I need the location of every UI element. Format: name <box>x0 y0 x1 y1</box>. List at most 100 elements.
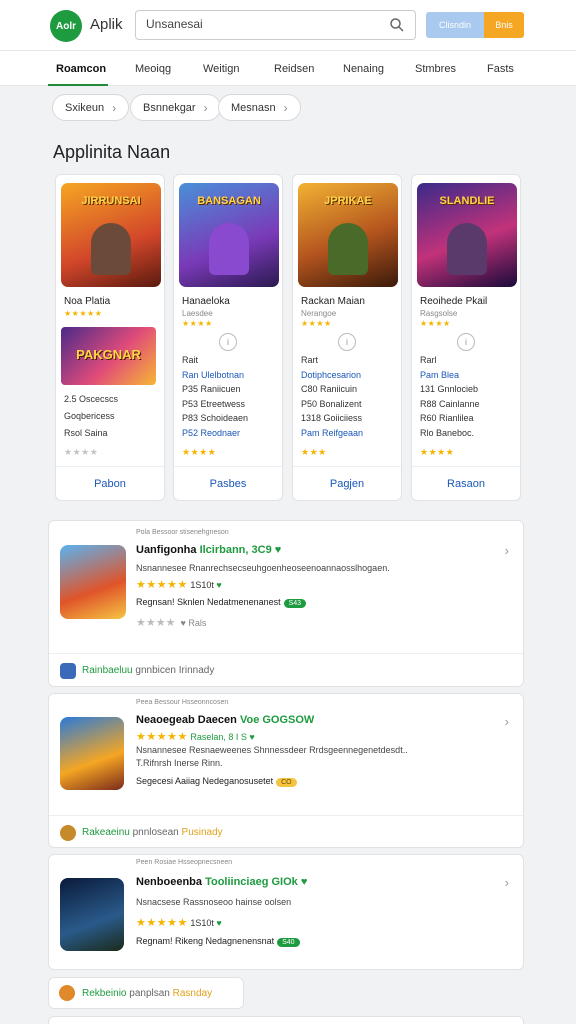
game-subtitle: Nerangoe <box>301 309 337 318</box>
app-name: Aplik <box>90 16 123 33</box>
app-rating: ★★★★★ 1S10t ♥ <box>136 578 222 591</box>
heart-icon: ♥ <box>300 876 308 888</box>
chevron-right-icon: › <box>203 100 208 115</box>
footer-text: Rainbaeluu gnnbicen Irinnady <box>82 665 214 676</box>
card-action-link[interactable]: Pabon <box>56 466 164 500</box>
app-list-item-3[interactable]: Peen Rosiae Hsseopnecsneen Nenboeenba To… <box>48 854 524 970</box>
chevron-right-icon[interactable]: › <box>505 714 509 729</box>
search-icon[interactable] <box>389 17 405 33</box>
tab-5[interactable]: Nenaing <box>343 63 384 75</box>
search-box[interactable] <box>135 10 416 40</box>
detail-line: P83 Schoideaen <box>182 413 249 423</box>
character-figure <box>328 223 368 275</box>
game-subtitle: Laesdee <box>182 309 213 318</box>
tab-home[interactable]: Roamcon <box>56 63 106 75</box>
game-card-3[interactable]: JPRIKAE Rackan Maian Nerangoe ★★★★ i Rar… <box>292 174 402 501</box>
footer-text: Rakeaeinu pnnlosean Pusinady <box>82 827 223 838</box>
top-bar: Aolr Aplik Clisndin Bnis <box>0 0 576 50</box>
filter-chip-3[interactable]: Mesnasn › <box>218 94 301 121</box>
filter-chip-2[interactable]: Bsnnekgar › <box>130 94 221 121</box>
app-logo[interactable]: Aolr <box>50 10 82 42</box>
app-icon[interactable] <box>60 717 124 790</box>
detail-line: Rart <box>301 355 319 365</box>
tab-4[interactable]: Reidsen <box>274 63 314 75</box>
app-meta: Peea Bessour Hsseonncosen <box>136 699 229 706</box>
game-name: Noa Platia <box>64 296 111 307</box>
next-list-item[interactable] <box>48 1016 524 1024</box>
detail-line: Rait <box>182 355 199 365</box>
promo-banner[interactable]: PAKGNAR <box>61 327 156 385</box>
footer-secondary: gnnbicen <box>135 665 176 676</box>
game-thumbnail[interactable]: BANSAGAN <box>179 183 279 287</box>
character-figure <box>447 223 487 275</box>
detail-line: 131 Gnnlocieb <box>420 384 479 394</box>
detail-line: Goqbericess <box>64 411 115 421</box>
game-card-1[interactable]: JIRRUNSAI Noa Platia ★★★★★ PAKGNAR 2.5 O… <box>55 174 165 501</box>
rating-count: Raselan, 8 I S <box>190 732 247 742</box>
footer-tertiary: Rasnday <box>172 988 213 999</box>
chevron-right-icon[interactable]: › <box>505 543 509 558</box>
offer-badge: S43 <box>283 599 307 608</box>
offer-text: Segecesi Aaiiag Nedeganosusetet <box>136 776 274 786</box>
heart-icon: ♥ <box>249 732 255 742</box>
card-action-link[interactable]: Pasbes <box>174 466 282 500</box>
thumbnail-title: JPRIKAE <box>324 195 372 207</box>
developer-footer[interactable]: Rekbeinio panplsan Rasnday <box>48 977 244 1009</box>
character-figure <box>209 223 249 275</box>
game-card-2[interactable]: BANSAGAN Hanaeloka Laesdee ★★★★ i Rait R… <box>173 174 283 501</box>
tab-7[interactable]: Fasts <box>487 63 514 75</box>
app-title-text: Neaoegeab Daecen <box>136 714 237 726</box>
chevron-right-icon: › <box>283 100 288 115</box>
card-footer[interactable]: Rainbaeluu gnnbicen Irinnady <box>49 653 523 686</box>
app-title[interactable]: Neaoegeab Daecen Voe GOGSOW <box>136 714 314 726</box>
developer-icon <box>60 825 76 841</box>
tab-6[interactable]: Stmbres <box>415 63 456 75</box>
primary-button[interactable]: Clisndin <box>426 12 484 38</box>
chevron-right-icon[interactable]: › <box>505 875 509 890</box>
app-title-badge: Ilcirbann, 3C9 <box>199 544 272 556</box>
search-input[interactable] <box>146 17 376 31</box>
info-icon[interactable]: i <box>457 333 475 351</box>
rating-stars: ★★★★ <box>136 617 176 629</box>
heart-icon: ♥ <box>216 918 222 928</box>
detail-line: Rarl <box>420 355 437 365</box>
detail-line: 2.5 Oscecscs <box>64 394 119 404</box>
filter-chip-1[interactable]: Sxikeun › <box>52 94 130 121</box>
app-sub-rating: ★★★★ ♥ Rals <box>136 616 206 629</box>
game-name: Rackan Maian <box>301 296 365 307</box>
sub-label: Rals <box>188 618 207 628</box>
tab-3[interactable]: Weitign <box>203 63 239 75</box>
card-action-link[interactable]: Rasaon <box>412 466 520 500</box>
info-icon[interactable]: i <box>219 333 237 351</box>
detail-lines: Rart Dotiphcesarion C80 Raniicuin P50 Bo… <box>301 353 363 440</box>
footer-tertiary: Pusinady <box>181 827 223 838</box>
app-rating: ★★★★★ Raselan, 8 I S ♥ <box>136 730 255 743</box>
app-list-item-1[interactable]: Pola Bessoor stisenehgneson Uanfigonha I… <box>48 520 524 687</box>
game-card-4[interactable]: SLANDLIE Reoihede Pkail Rasgsolse ★★★★ i… <box>411 174 521 501</box>
offer-text: Regnsan! Sknlen Nedatmenenanest <box>136 597 281 607</box>
game-thumbnail[interactable]: JPRIKAE <box>298 183 398 287</box>
card-footer[interactable]: Rakeaeinu pnnlosean Pusinady <box>49 815 523 847</box>
detail-line: R60 Rianlilea <box>420 413 474 423</box>
app-description: Nsnannesee Resnaeweenes Shnnessdeer Rrds… <box>136 745 408 755</box>
rating-count: 1S10t <box>190 580 214 590</box>
bottom-rating-stars: ★★★★ <box>64 447 99 457</box>
thumbnail-title: JIRRUNSAI <box>81 195 141 207</box>
detail-line: 1318 Goiiciiess <box>301 413 363 423</box>
game-thumbnail[interactable]: SLANDLIE <box>417 183 517 287</box>
card-action-link[interactable]: Pagjen <box>293 466 401 500</box>
info-icon[interactable]: i <box>338 333 356 351</box>
game-name: Reoihede Pkail <box>420 296 488 307</box>
secondary-button[interactable]: Bnis <box>484 12 524 38</box>
app-list-item-2[interactable]: Peea Bessour Hsseonncosen Neaoegeab Daec… <box>48 693 524 848</box>
detail-line: Pam Reifgeaan <box>301 427 364 438</box>
footer-text: Rekbeinio panplsan Rasnday <box>82 988 212 999</box>
app-title[interactable]: Uanfigonha Ilcirbann, 3C9 ♥ <box>136 544 281 556</box>
detail-line: Rsol Saina <box>64 428 108 438</box>
game-thumbnail[interactable]: JIRRUNSAI <box>61 183 161 287</box>
app-icon[interactable] <box>60 545 126 619</box>
bottom-rating-stars: ★★★ <box>301 447 327 457</box>
tab-2[interactable]: Meoiqg <box>135 63 171 75</box>
app-icon[interactable] <box>60 878 124 951</box>
app-title[interactable]: Nenboeenba Tooliinciaeg GIOk ♥ <box>136 876 307 888</box>
